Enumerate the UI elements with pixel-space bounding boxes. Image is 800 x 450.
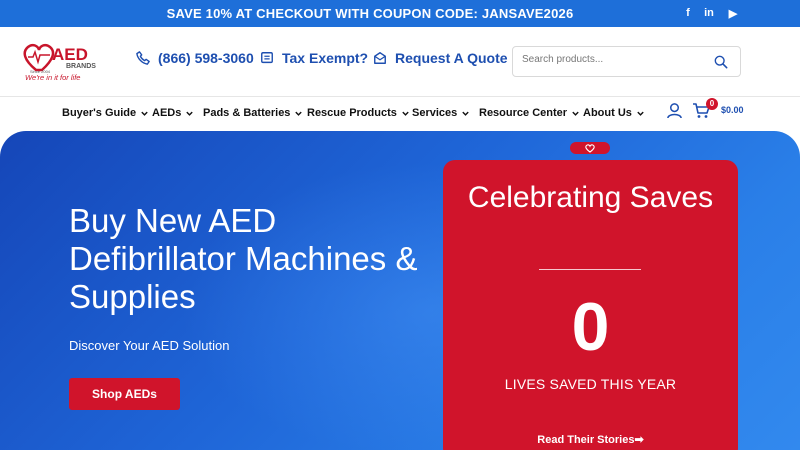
nav-item-buyers-guide[interactable]: Buyer's Guide: [62, 107, 149, 119]
nav-item-services[interactable]: Services: [412, 107, 470, 119]
chevron-down-icon: [572, 111, 579, 116]
search-icon[interactable]: [714, 55, 728, 69]
chevron-down-icon: [295, 111, 303, 116]
promo-text: SAVE 10% AT CHECKOUT WITH COUPON CODE: J…: [166, 6, 574, 21]
document-icon: [261, 52, 273, 64]
tax-exempt-link[interactable]: Tax Exempt?: [260, 50, 368, 66]
chevron-down-icon: [462, 111, 469, 116]
nav-item-about-us[interactable]: About Us: [583, 107, 645, 119]
aed-brands-logo[interactable]: AED BRANDS Since 2004 We're in it for li…: [22, 40, 112, 84]
user-account-icon[interactable]: [666, 102, 683, 119]
cart-total[interactable]: $0.00: [721, 105, 744, 115]
cart-count-badge: 0: [706, 98, 718, 110]
lives-saved-count: 0: [571, 289, 610, 365]
nav-item-rescue-products[interactable]: Rescue Products: [307, 107, 410, 119]
promo-bar: SAVE 10% AT CHECKOUT WITH COUPON CODE: J…: [0, 0, 800, 27]
search-box: [512, 46, 741, 77]
chevron-down-icon: [141, 111, 148, 116]
card-title: Celebrating Saves: [467, 181, 714, 214]
svg-text:BRANDS: BRANDS: [66, 63, 96, 70]
read-stories-link[interactable]: Read Their Stories➡: [443, 433, 738, 446]
phone-icon: [136, 51, 150, 65]
celebrating-saves-card: Celebrating Saves 0 LIVES SAVED THIS YEA…: [443, 160, 738, 450]
heart-tab: [570, 142, 610, 154]
chevron-down-icon: [402, 111, 409, 116]
phone-link[interactable]: (866) 598-3060: [136, 50, 254, 66]
hero-section: Buy New AED Defibrillator Machines & Sup…: [0, 131, 800, 450]
heart-icon: [585, 143, 595, 153]
chevron-down-icon: [637, 111, 644, 116]
nav-item-aeds[interactable]: AEDs: [152, 107, 194, 119]
card-divider: [539, 269, 641, 270]
svg-text:AED: AED: [52, 45, 88, 64]
envelope-icon: [374, 52, 386, 64]
search-input[interactable]: [522, 54, 702, 65]
request-quote-label: Request A Quote: [395, 50, 508, 66]
nav-item-pads-batteries[interactable]: Pads & Batteries: [203, 107, 303, 119]
hero-subtitle: Discover Your AED Solution: [69, 338, 230, 353]
chevron-down-icon: [186, 111, 194, 116]
linkedin-icon[interactable]: in: [700, 4, 718, 22]
request-quote-link[interactable]: Request A Quote: [373, 50, 508, 66]
svg-text:We're in it for life: We're in it for life: [25, 73, 80, 82]
hero-title: Buy New AED Defibrillator Machines & Sup…: [69, 202, 418, 315]
tax-exempt-label: Tax Exempt?: [282, 50, 369, 66]
main-nav: Buyer's Guide AEDs Pads & Batteries Resc…: [0, 97, 800, 131]
facebook-icon[interactable]: f: [679, 4, 697, 22]
lives-saved-label: LIVES SAVED THIS YEAR: [504, 376, 677, 392]
shop-aeds-button[interactable]: Shop AEDs: [69, 378, 180, 410]
nav-item-resource-center[interactable]: Resource Center: [479, 107, 580, 119]
site-header: AED BRANDS Since 2004 We're in it for li…: [0, 27, 800, 97]
phone-number: (866) 598-3060: [158, 50, 254, 66]
youtube-icon[interactable]: ▶: [724, 4, 742, 22]
